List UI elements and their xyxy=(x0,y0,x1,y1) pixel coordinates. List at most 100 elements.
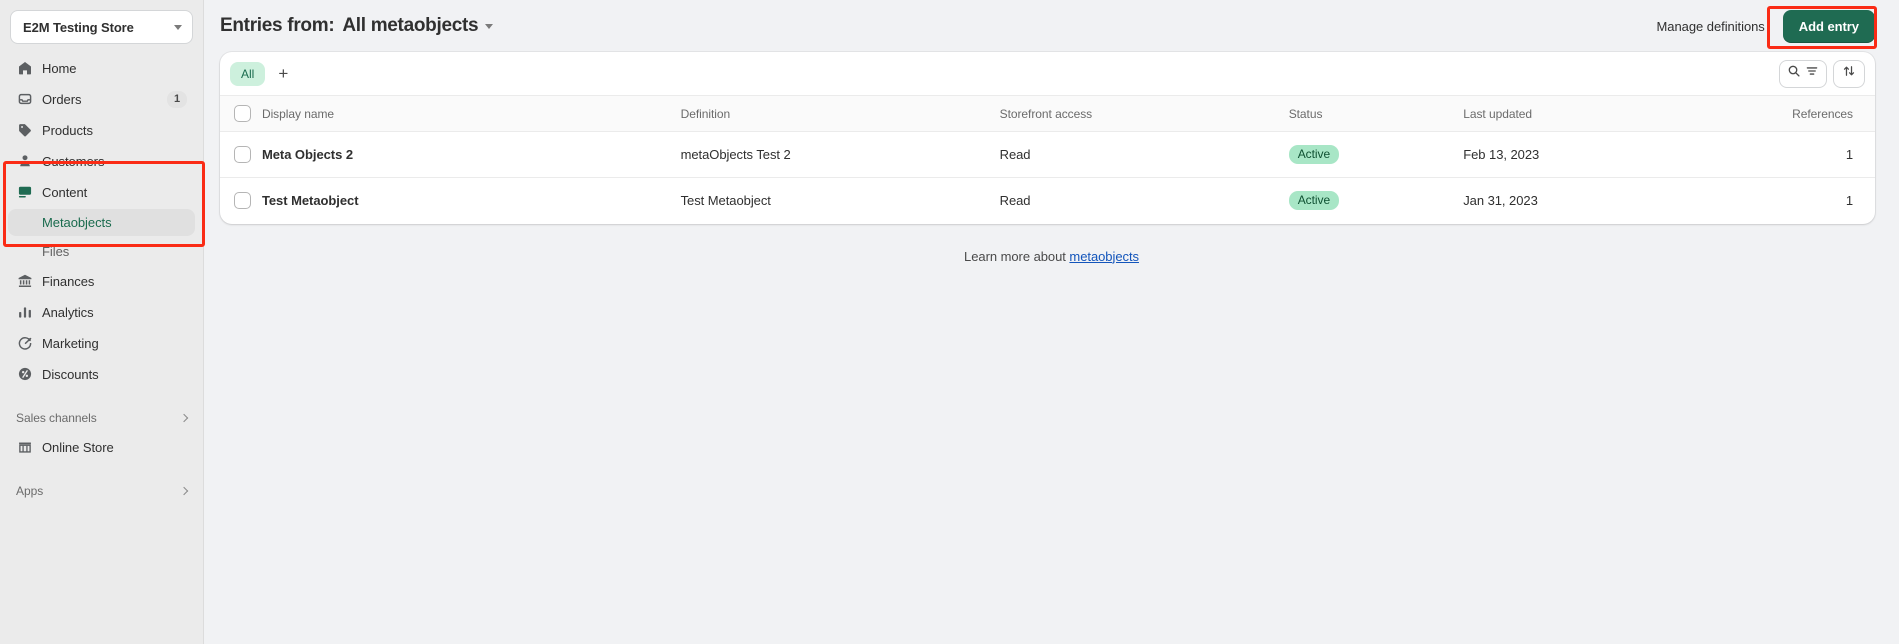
sidebar-subitem-label: Files xyxy=(42,244,69,259)
store-name: E2M Testing Store xyxy=(23,20,134,35)
cell-references: 1 xyxy=(1792,178,1875,224)
plus-icon[interactable]: + xyxy=(269,60,297,88)
table-row[interactable]: Test Metaobject Test Metaobject Read Act… xyxy=(220,178,1875,224)
sidebar-item-content[interactable]: Content xyxy=(8,178,195,206)
tab-all[interactable]: All xyxy=(230,62,265,86)
table-header: Display name Definition Storefront acces… xyxy=(220,96,1875,132)
add-entry-button[interactable]: Add entry xyxy=(1783,10,1875,43)
sidebar-item-customers[interactable]: Customers xyxy=(8,147,195,175)
sidebar-item-products[interactable]: Products xyxy=(8,116,195,144)
cell-storefront-access: Read xyxy=(1000,178,1289,224)
finances-bank-icon xyxy=(16,272,34,290)
page-title-selection: All metaobjects xyxy=(342,15,478,37)
cell-last-updated: Feb 13, 2023 xyxy=(1463,132,1792,178)
sidebar-section-label: Apps xyxy=(16,484,43,498)
filter-icon xyxy=(1805,64,1819,83)
sidebar-section-apps[interactable]: Apps xyxy=(8,478,195,504)
page-title: Entries from: All metaobjects xyxy=(220,15,493,37)
cell-storefront-access: Read xyxy=(1000,132,1289,178)
chevron-down-icon xyxy=(174,25,182,30)
footnote-text: Learn more about xyxy=(964,249,1066,264)
discounts-percent-icon xyxy=(16,365,34,383)
home-icon xyxy=(16,59,34,77)
learn-more-footnote: Learn more about metaobjects xyxy=(204,249,1899,264)
sidebar-section-sales-channels[interactable]: Sales channels xyxy=(8,405,195,431)
orders-count-badge: 1 xyxy=(167,91,187,108)
sidebar-item-orders[interactable]: Orders 1 xyxy=(8,85,195,113)
cell-status: Active xyxy=(1289,132,1464,178)
metaobject-filter-selector[interactable]: All metaobjects xyxy=(342,15,493,37)
sidebar-item-label: Home xyxy=(42,61,76,76)
row-checkbox[interactable] xyxy=(234,146,251,163)
metaobjects-link[interactable]: metaobjects xyxy=(1069,249,1139,264)
sidebar-item-label: Customers xyxy=(42,154,104,169)
shopify-admin-window: E2M Testing Store Home Orders 1 xyxy=(0,0,1899,644)
search-and-filter-button[interactable] xyxy=(1779,60,1827,88)
main-content: Entries from: All metaobjects Manage def… xyxy=(204,0,1899,644)
sidebar-item-online-store[interactable]: Online Store xyxy=(8,433,195,461)
cell-status: Active xyxy=(1289,178,1464,224)
sidebar-item-home[interactable]: Home xyxy=(8,54,195,82)
page-title-prefix: Entries from: xyxy=(220,15,334,37)
status-badge: Active xyxy=(1289,191,1339,210)
analytics-bars-icon xyxy=(16,303,34,321)
metaobject-entries-card: All + xyxy=(220,52,1875,224)
column-header-storefront-access[interactable]: Storefront access xyxy=(1000,96,1289,132)
orders-inbox-icon xyxy=(16,90,34,108)
sidebar-item-marketing[interactable]: Marketing xyxy=(8,329,195,357)
sidebar-item-label: Marketing xyxy=(42,336,99,351)
sidebar-item-label: Discounts xyxy=(42,367,99,382)
sidebar-section-label: Sales channels xyxy=(16,411,97,425)
select-all-checkbox[interactable] xyxy=(234,105,251,122)
sidebar-item-metaobjects[interactable]: Metaobjects xyxy=(8,209,195,236)
sidebar-item-label: Orders xyxy=(42,92,81,107)
toolbar-actions xyxy=(1779,60,1865,88)
sidebar: E2M Testing Store Home Orders 1 xyxy=(0,0,204,644)
row-checkbox[interactable] xyxy=(234,192,251,209)
sidebar-item-label: Online Store xyxy=(42,440,114,455)
customers-person-icon xyxy=(16,152,34,170)
column-header-last-updated[interactable]: Last updated xyxy=(1463,96,1792,132)
sort-arrows-icon xyxy=(1842,64,1856,83)
table-row[interactable]: Meta Objects 2 metaObjects Test 2 Read A… xyxy=(220,132,1875,178)
table-header-row: Display name Definition Storefront acces… xyxy=(220,96,1875,132)
sidebar-item-label: Products xyxy=(42,123,93,138)
chevron-right-icon xyxy=(180,487,188,495)
select-all-checkbox-cell xyxy=(220,96,262,132)
sidebar-item-label: Finances xyxy=(42,274,94,289)
column-header-status[interactable]: Status xyxy=(1289,96,1464,132)
column-header-definition[interactable]: Definition xyxy=(681,96,1000,132)
online-store-icon xyxy=(16,438,34,456)
cell-references: 1 xyxy=(1792,132,1875,178)
cell-display-name: Meta Objects 2 xyxy=(262,132,681,178)
row-checkbox-cell xyxy=(220,178,262,224)
cell-definition: Test Metaobject xyxy=(681,178,1000,224)
sort-button[interactable] xyxy=(1833,60,1865,88)
chevron-down-icon xyxy=(485,24,493,29)
chevron-right-icon xyxy=(180,414,188,422)
status-badge: Active xyxy=(1289,145,1339,164)
cell-display-name: Test Metaobject xyxy=(262,178,681,224)
table-body: Meta Objects 2 metaObjects Test 2 Read A… xyxy=(220,132,1875,224)
page-header-actions: Manage definitions Add entry xyxy=(1647,10,1875,43)
products-tag-icon xyxy=(16,121,34,139)
content-image-icon xyxy=(16,183,34,201)
cell-definition: metaObjects Test 2 xyxy=(681,132,1000,178)
sidebar-item-label: Analytics xyxy=(42,305,94,320)
sidebar-item-analytics[interactable]: Analytics xyxy=(8,298,195,326)
sidebar-item-label: Content xyxy=(42,185,87,200)
store-switcher[interactable]: E2M Testing Store xyxy=(10,10,193,44)
sidebar-item-finances[interactable]: Finances xyxy=(8,267,195,295)
sidebar-item-discounts[interactable]: Discounts xyxy=(8,360,195,388)
sidebar-subitem-label: Metaobjects xyxy=(42,215,112,230)
cell-last-updated: Jan 31, 2023 xyxy=(1463,178,1792,224)
search-icon xyxy=(1787,64,1801,83)
primary-navigation: Home Orders 1 Products xyxy=(8,54,195,506)
manage-definitions-button[interactable]: Manage definitions xyxy=(1647,12,1775,41)
marketing-target-icon xyxy=(16,334,34,352)
column-header-references[interactable]: References xyxy=(1792,96,1875,132)
entries-table: Display name Definition Storefront acces… xyxy=(220,96,1875,224)
sidebar-item-files[interactable]: Files xyxy=(8,238,195,265)
column-header-display-name[interactable]: Display name xyxy=(262,96,681,132)
row-checkbox-cell xyxy=(220,132,262,178)
